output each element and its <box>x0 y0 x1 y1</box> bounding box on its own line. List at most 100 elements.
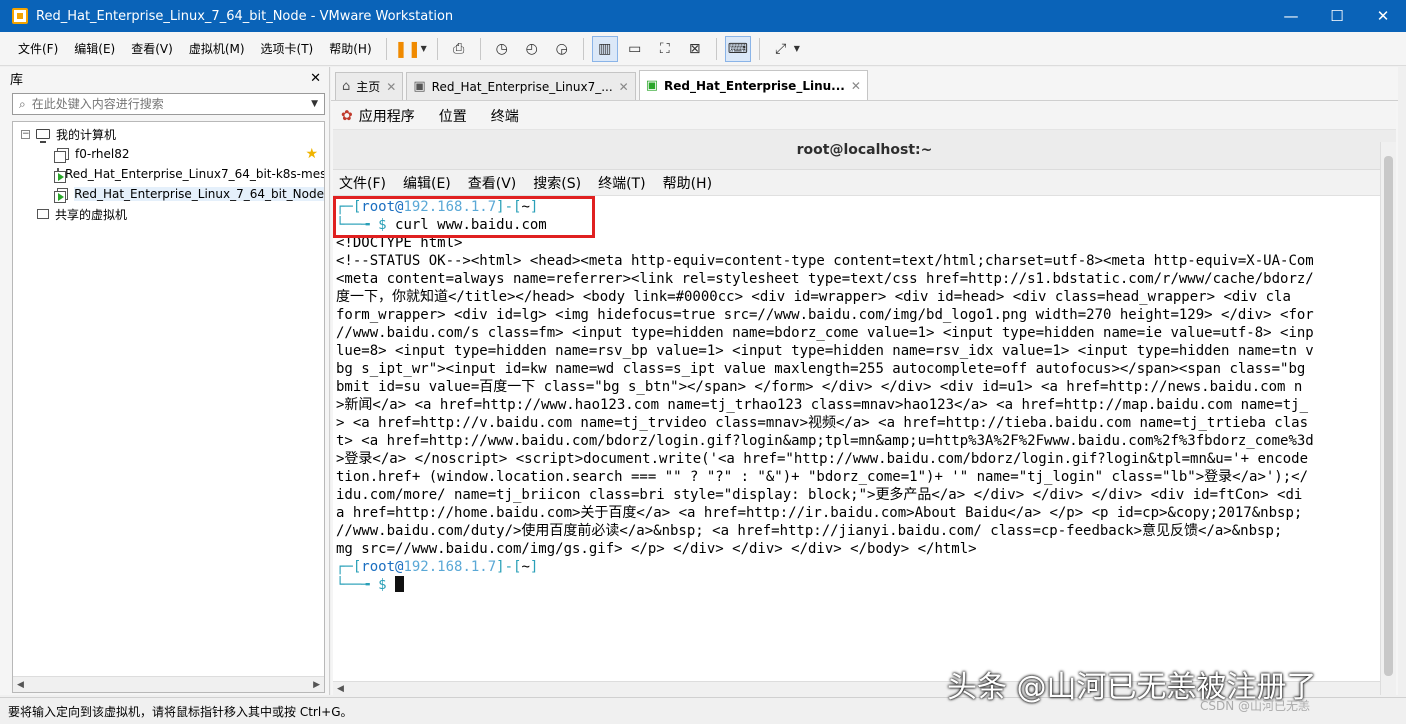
menu-tabs[interactable]: 选项卡(T) <box>253 40 322 57</box>
prompt-dir: ~ <box>521 559 530 575</box>
thumbnail-bar-icon[interactable]: ▭ <box>622 36 648 62</box>
gnome-menu-places[interactable]: 位置 <box>439 106 467 126</box>
terminal-cursor <box>395 576 405 592</box>
tree-item-my-computer[interactable]: − 我的计算机 <box>13 124 324 144</box>
output-line: bg s_ipt_wr"><input id=kw name=wd class=… <box>336 361 1306 377</box>
input-line[interactable]: └──╼ $ <box>336 576 1378 594</box>
tab-home[interactable]: ⌂ 主页 ✕ <box>335 72 404 100</box>
terminal-menu-file[interactable]: 文件(F) <box>339 173 386 193</box>
tree-item-shared-vms[interactable]: 共享的虚拟机 <box>13 204 324 224</box>
chevron-down-icon[interactable]: ▼ <box>421 44 427 53</box>
shared-vm-icon <box>37 209 49 219</box>
toolbar-separator <box>715 37 717 60</box>
applications-icon: ✿ <box>341 107 353 124</box>
watermark-subtext: CSDN @山河已无恙 <box>1200 699 1311 713</box>
window-title-bar: Red_Hat_Enterprise_Linux_7_64_bit_Node -… <box>0 0 1406 32</box>
status-text: 要将输入定向到该虚拟机，请将鼠标指针移入其中或按 Ctrl+G。 <box>8 704 353 719</box>
minimize-button[interactable]: — <box>1268 0 1314 32</box>
pause-icon[interactable]: ❚❚ <box>394 36 421 62</box>
vm-icon: ▣ <box>645 78 659 93</box>
full-screen-icon[interactable]: ⛶ <box>652 36 678 62</box>
gnome-menu-terminal[interactable]: 终端 <box>491 106 519 126</box>
close-button[interactable]: ✕ <box>1360 0 1406 32</box>
chevron-down-icon[interactable]: ▼ <box>311 99 318 109</box>
revert-snapshot-icon[interactable]: ◴ <box>519 36 545 62</box>
terminal-title-bar: root@localhost:~ <box>333 130 1396 170</box>
output-line: t> <a href=http://www.baidu.com/bdorz/lo… <box>336 433 1314 449</box>
unity-icon[interactable]: ⊠ <box>682 36 708 62</box>
menu-view[interactable]: 查看(V) <box>123 40 181 57</box>
terminal-output[interactable]: ┌─[root@192.168.1.7]-[~] └──╼ $ curl www… <box>333 196 1378 674</box>
output-line: <!DOCTYPE html> <box>336 235 463 251</box>
snapshot-manager-icon[interactable]: ◶ <box>549 36 575 62</box>
output-line: > <a href=http://v.baidu.com name=tj_trv… <box>336 415 1309 431</box>
tab-label: Red_Hat_Enterprise_Linux7_... <box>431 79 613 94</box>
gnome-top-panel: ✿ 应用程序 位置 终端 <box>333 102 1396 130</box>
guest-screen[interactable]: ✿ 应用程序 位置 终端 root@localhost:~ 文件(F) 编辑(E… <box>333 102 1396 695</box>
vm-icon: ▣ <box>413 79 426 94</box>
maximize-button[interactable]: ☐ <box>1314 0 1360 32</box>
home-icon: ⌂ <box>342 79 351 94</box>
scroll-left-icon[interactable]: ◀ <box>17 680 24 690</box>
terminal-menu-help[interactable]: 帮助(H) <box>663 173 712 193</box>
output-line: 度一下，你就知道</title></head> <body link=#0000… <box>336 289 1291 305</box>
output-line: >登录</a> </noscript> <script>document.wri… <box>336 451 1309 467</box>
send-ctrl-alt-del-icon[interactable]: ⎙ <box>446 36 472 62</box>
gnome-menu-applications[interactable]: 应用程序 <box>359 106 415 126</box>
tree-item-vm-selected[interactable]: Red_Hat_Enterprise_Linux_7_64_bit_Node <box>13 184 324 204</box>
console-view-icon[interactable]: ⌨ <box>724 35 751 62</box>
terminal-vertical-scrollbar[interactable] <box>1380 142 1396 695</box>
window-title: Red_Hat_Enterprise_Linux_7_64_bit_Node -… <box>36 8 454 24</box>
scroll-left-icon[interactable]: ◀ <box>337 684 344 694</box>
tab-vm-k8s[interactable]: ▣ Red_Hat_Enterprise_Linux7_... ✕ <box>406 72 636 100</box>
collapse-icon[interactable]: − <box>21 129 30 139</box>
tab-vm-node[interactable]: ▣ Red_Hat_Enterprise_Linu... ✕ <box>638 70 868 100</box>
menu-vm[interactable]: 虚拟机(M) <box>181 40 253 57</box>
library-search-input[interactable] <box>31 97 312 111</box>
library-horizontal-scrollbar[interactable]: ◀ ▶ <box>13 676 324 692</box>
star-icon: ★ <box>305 146 318 162</box>
library-header: 库 ✕ <box>0 67 329 89</box>
command-line: └──╼ $ curl www.baidu.com <box>336 217 547 233</box>
menu-edit[interactable]: 编辑(E) <box>66 40 123 57</box>
output-line: bmit id=su value=百度一下 class="bg s_btn"><… <box>336 379 1303 395</box>
tab-close-icon[interactable]: ✕ <box>386 80 396 94</box>
toolbar-separator <box>385 37 387 60</box>
tree-item-vm[interactable]: f0-rhel82 ★ <box>13 144 324 164</box>
library-panel: 库 ✕ ⌕ ▼ − 我的计算机 f0-rhel82 ★ Red_Hat_Ente… <box>0 67 330 695</box>
chevron-down-icon[interactable]: ▼ <box>794 44 800 53</box>
output-line: //www.baidu.com/s class=fm> <input type=… <box>336 325 1314 341</box>
output-line: idu.com/more/ name=tj_briicon class=bri … <box>336 487 1303 503</box>
terminal-menu-edit[interactable]: 编辑(E) <box>403 173 451 193</box>
stretch-icon[interactable]: ⤢ <box>768 36 794 62</box>
library-title: 库 <box>10 72 24 88</box>
library-search-box[interactable]: ⌕ ▼ <box>12 93 325 115</box>
tree-item-vm[interactable]: Red_Hat_Enterprise_Linux7_64_bit-k8s-mes… <box>13 164 324 184</box>
output-line: //www.baidu.com/duty/>使用百度前必读</a>&nbsp; … <box>336 523 1283 539</box>
tab-close-icon[interactable]: ✕ <box>851 79 861 93</box>
vm-tab-bar: ⌂ 主页 ✕ ▣ Red_Hat_Enterprise_Linux7_... ✕… <box>331 67 1398 101</box>
show-library-icon[interactable]: ▥ <box>591 35 618 62</box>
prompt-line: ┌─[root@192.168.1.7]-[~] <box>336 559 539 575</box>
output-line: tion.href+ (window.location.search === "… <box>336 469 1309 485</box>
terminal-menu-view[interactable]: 查看(V) <box>468 173 517 193</box>
library-close-icon[interactable]: ✕ <box>310 71 321 86</box>
curl-output: <!DOCTYPE html> <!--STATUS OK--><html> <h… <box>336 234 1378 558</box>
toolbar-separator <box>582 37 584 60</box>
terminal-menu-search[interactable]: 搜索(S) <box>533 173 581 193</box>
output-line: a href=http://home.baidu.com>关于百度</a> <a… <box>336 505 1303 521</box>
terminal-menu-terminal[interactable]: 终端(T) <box>598 173 645 193</box>
vmware-logo-icon <box>12 8 28 24</box>
tab-close-icon[interactable]: ✕ <box>619 80 629 94</box>
prompt-host: 192.168.1.7 <box>403 559 497 575</box>
output-line: <meta content=always name=referrer><link… <box>336 271 1314 287</box>
scroll-right-icon[interactable]: ▶ <box>313 680 320 690</box>
menu-help[interactable]: 帮助(H) <box>321 40 379 57</box>
search-icon: ⌕ <box>19 96 26 111</box>
prompt-user: root <box>361 199 396 215</box>
terminal-menu-bar: 文件(F) 编辑(E) 查看(V) 搜索(S) 终端(T) 帮助(H) <box>333 170 1396 196</box>
output-line: <!--STATUS OK--><html> <head><meta http-… <box>336 253 1314 269</box>
scrollbar-thumb[interactable] <box>1384 156 1393 676</box>
snapshot-icon[interactable]: ◷ <box>489 36 515 62</box>
menu-file[interactable]: 文件(F) <box>0 40 66 57</box>
